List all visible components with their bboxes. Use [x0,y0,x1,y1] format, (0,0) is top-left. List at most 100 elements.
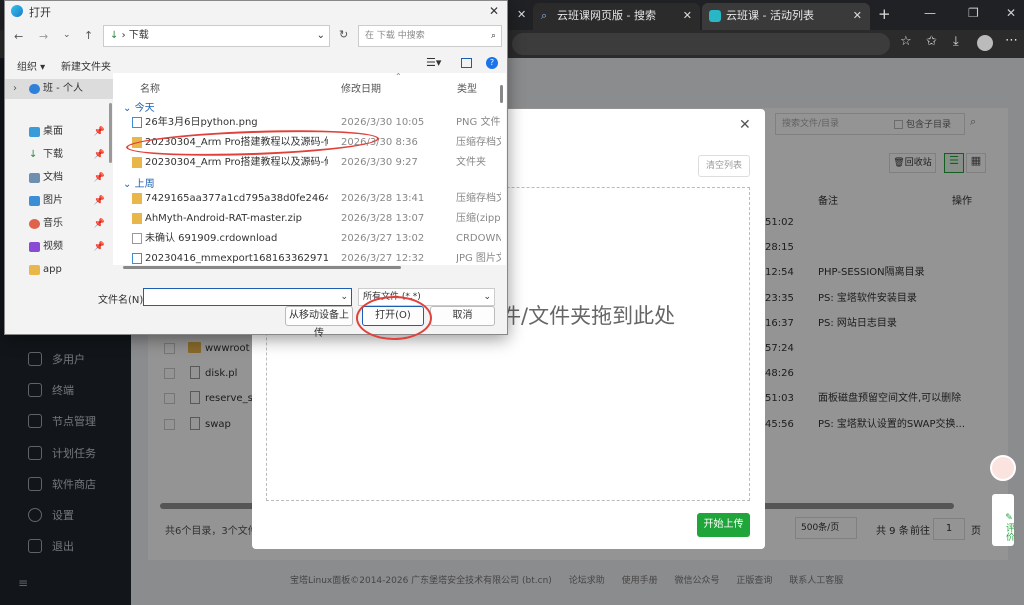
clear-list-label: 清空列表 [705,161,742,171]
file-name: 7429165aa377a1cd795a38d0fe246457.zip.7z [145,193,328,204]
nav-pictures[interactable]: 图片 📌 [5,191,113,211]
file-row[interactable]: 未确认 691909.crdownload 2026/3/27 13:02 CRDO… [117,229,503,248]
mobile-upload-button[interactable]: 从移动设备上传 [285,306,353,339]
tab-search[interactable]: ⌕ 云班课网页版 - 搜索 ✕ [533,3,700,30]
search-icon: ⌕ [490,31,496,41]
download-icon: ↓ [29,149,38,160]
nav-app[interactable]: app [5,260,113,276]
nav-label: 班 - 个人 [43,83,83,94]
tab-close-icon[interactable]: ✕ [853,3,862,28]
file-row[interactable]: 20230416_mmexport1681633629717.jpg 2026/3… [117,249,503,264]
file-type: 压缩存档文件 [456,137,501,148]
sort-icon: ⌃ [395,73,402,81]
nav-documents[interactable]: 文档 📌 [5,168,113,188]
up-icon[interactable]: ↑ [84,29,93,42]
cancel-button[interactable]: 取消 [430,306,495,326]
preview-pane-icon[interactable] [461,58,472,68]
file-row[interactable]: 7429165aa377a1cd795a38d0fe246457.zip.7z 2… [117,189,503,208]
col-name-header[interactable]: 名称 [140,80,160,95]
nav-videos[interactable]: 视频 📌 [5,237,113,257]
restore-icon[interactable]: ❐ [968,6,979,20]
video-icon [29,242,40,252]
file-open-dialog: 打开 ✕ ← → ⌄ ↑ ↓ › 下载 ⌄ ↻ 在 下载 中搜索 ⌕ 组织 ▾ … [4,0,508,339]
file-name: 20230416_mmexport1681633629717.jpg [145,253,328,264]
nav-label: 视频 [43,241,63,252]
file-row[interactable]: 26年3月6日python.png 2026/3/30 10:05 PNG 文件 [117,113,503,132]
avatar[interactable] [977,35,993,51]
nav-scrollbar[interactable] [109,103,112,163]
clear-list-button[interactable]: 清空列表 [698,155,750,177]
annotation-circle-open [356,296,432,340]
tab-close-icon[interactable]: ✕ [517,8,526,21]
tab-label: 云班课 - 活动列表 [726,9,814,22]
file-type: 文件夹 [456,157,486,168]
chevron-down-icon: ⌄ [483,292,491,302]
nav-downloads[interactable]: ↓ 下载 📌 [5,145,113,165]
list-hscrollbar[interactable] [123,266,401,269]
favorite-icon[interactable]: ☆ [900,34,912,49]
zip-folder-icon [132,213,142,224]
favorites-icon[interactable]: ✩ [926,34,937,49]
back-icon[interactable]: ← [14,30,23,43]
help-icon[interactable]: ? [486,57,498,69]
dialog-search-placeholder: 在 下载 中搜索 [365,31,425,41]
file-type: PNG 文件 [456,117,501,128]
pin-icon: 📌 [93,196,105,206]
group-lastweek[interactable]: ⌄ 上周 [123,175,155,190]
file-type: JPG 图片文件 [456,253,501,264]
chevron-right-icon: › [13,83,17,94]
close-icon[interactable]: ✕ [739,117,751,133]
dialog-title: 打开 [29,6,51,19]
download-icon[interactable]: ⤓ [953,34,959,49]
folder-icon [132,157,142,168]
more-icon[interactable]: ⋯ [1005,33,1018,48]
nav-label: 音乐 [43,218,63,229]
start-upload-button[interactable]: 开始上传 [697,513,750,537]
col-type-header[interactable]: 类型 [457,80,477,95]
url-field[interactable] [512,33,890,55]
dialog-search-input[interactable]: 在 下载 中搜索 ⌕ [358,25,502,47]
forward-icon[interactable]: → [39,30,48,43]
chevron-down-icon[interactable]: ⌄ [317,26,325,46]
organize-label: 组织 [17,62,37,73]
mobile-upload-label: 从移动设备上传 [289,310,349,339]
path-bar[interactable]: ↓ › 下载 ⌄ [103,25,330,47]
document-icon [29,173,40,183]
minimize-icon[interactable]: — [924,6,936,20]
site-favicon-icon [709,10,721,22]
assistant-avatar[interactable] [990,455,1016,481]
cloud-icon [29,84,40,94]
feedback-widget[interactable]: ✎评价 [992,494,1014,546]
group-today[interactable]: ⌄ 今天 [123,99,155,114]
start-upload-label: 开始上传 [703,519,744,530]
file-type: 压缩(zipped) [456,213,501,224]
chevron-down-icon[interactable]: ⌄ [340,289,348,305]
tab-label: 云班课网页版 - 搜索 [557,9,656,22]
zip-folder-icon [132,193,142,204]
file-row[interactable]: AhMyth-Android-RAT-master.zip 2026/3/28 1… [117,209,503,228]
image-file-icon [132,253,142,264]
download-arrow-icon: ↓ [110,30,119,41]
organize-button[interactable]: 组织 ▾ [17,58,45,73]
new-folder-button[interactable]: 新建文件夹 [61,58,111,73]
new-tab-icon[interactable]: + [878,5,891,23]
file-type: CRDOWNLOAD [456,233,501,244]
list-vscrollbar[interactable] [500,85,503,103]
nav-onedrive[interactable]: › 班 - 个人 [5,79,113,99]
window-close-icon[interactable]: ✕ [1006,6,1016,20]
dropdown-icon[interactable]: ⌄ [63,30,71,40]
file-row[interactable]: 20230304_Arm Pro搭建教程以及源码-修改+... 2026/3/30… [117,153,503,172]
filename-input[interactable]: ⌄ [143,288,352,306]
nav-pane: › 班 - 个人 桌面 📌 ↓ 下载 📌 文档 📌 图片 📌 音乐 📌 视频 📌 app [5,73,113,278]
tab-activity-list[interactable]: 云班课 - 活动列表 ✕ [702,3,870,30]
tab-close-icon[interactable]: ✕ [683,3,692,28]
dialog-close-icon[interactable]: ✕ [489,4,499,18]
edge-logo-icon [11,5,23,17]
drop-zone-text: 件/文件夹拖到此处 [500,304,676,328]
view-menu-icon[interactable]: ☰▾ [426,56,441,69]
file-date: 2026/3/28 13:41 [341,193,425,204]
col-date-header[interactable]: 修改日期 [341,80,381,95]
nav-music[interactable]: 音乐 📌 [5,214,113,234]
nav-desktop[interactable]: 桌面 📌 [5,122,113,142]
refresh-icon[interactable]: ↻ [339,28,348,41]
